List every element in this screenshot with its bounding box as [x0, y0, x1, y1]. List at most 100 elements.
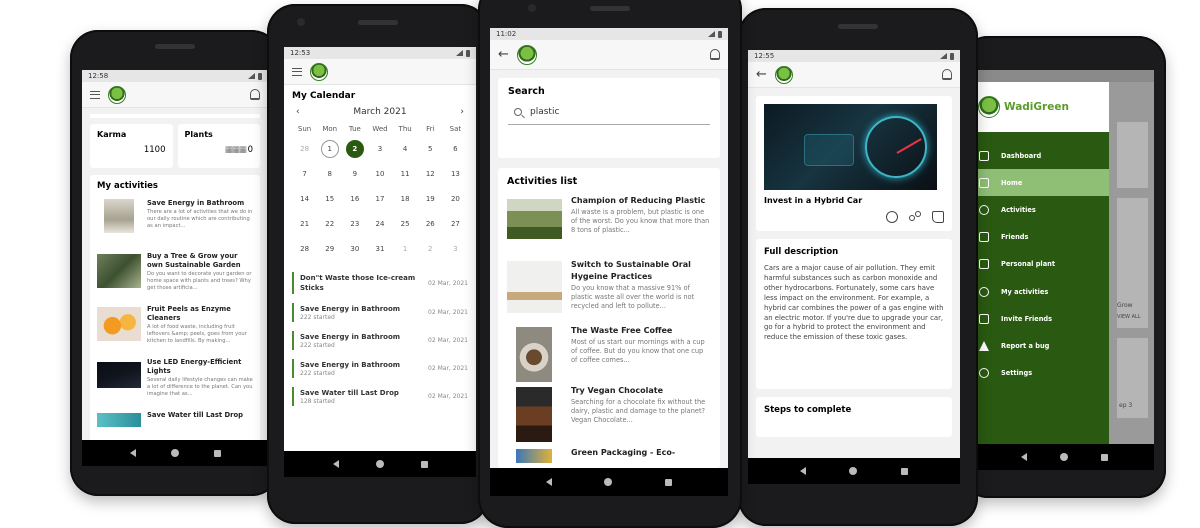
calendar-day[interactable]: 17: [367, 190, 392, 208]
nav-recent-icon[interactable]: [420, 460, 428, 468]
activity-desc: There are a lot of activities that we do…: [147, 209, 253, 229]
sidebar-item-activities[interactable]: Activities: [974, 196, 1109, 223]
list-item[interactable]: Fruit Peels as Enzyme Cleaners A lot of f…: [97, 305, 253, 358]
calendar-day[interactable]: 11: [393, 165, 418, 183]
bell-icon[interactable]: [710, 49, 720, 60]
calendar-day[interactable]: 4: [393, 140, 418, 158]
chevron-left-icon[interactable]: ‹: [296, 107, 300, 117]
menu-icon[interactable]: [292, 67, 302, 76]
calendar-day[interactable]: 13: [443, 165, 468, 183]
calendar-day[interactable]: 25: [393, 215, 418, 233]
nav-home-icon[interactable]: [604, 478, 613, 486]
calendar-day[interactable]: 8: [317, 165, 342, 183]
weekday-label: Wed: [372, 125, 388, 133]
nav-home-icon[interactable]: [375, 460, 384, 468]
calendar-day[interactable]: 27: [443, 215, 468, 233]
nav-back-icon[interactable]: [546, 478, 553, 486]
list-item[interactable]: Save Water till Last Drop: [97, 411, 253, 431]
calendar-day-number: 20: [450, 195, 460, 203]
event-started-count: 222 started: [300, 342, 335, 349]
sidebar-item-friends[interactable]: Friends: [974, 224, 1109, 251]
calendar-day[interactable]: 2: [418, 240, 443, 258]
calendar-day[interactable]: 19: [418, 190, 443, 208]
calendar-day[interactable]: 24: [367, 215, 392, 233]
like-icon[interactable]: [932, 211, 944, 223]
app-logo: [310, 62, 328, 81]
search-heading: Search: [508, 86, 545, 97]
back-arrow-icon[interactable]: ←: [756, 67, 767, 82]
bell-icon[interactable]: [942, 69, 952, 80]
chevron-right-icon[interactable]: ›: [460, 107, 464, 117]
calendar-day[interactable]: 29: [317, 240, 342, 258]
event-started-count: 128 started: [300, 398, 335, 405]
sidebar-item-dashboard[interactable]: Dashboard: [974, 142, 1109, 169]
nav-back-icon[interactable]: [129, 449, 136, 457]
calendar-day[interactable]: 2: [342, 140, 367, 158]
calendar-day[interactable]: 31: [367, 240, 392, 258]
calendar-day-number: 28: [300, 245, 310, 253]
event-item[interactable]: Save Energy in Bathroom 222 started 02 Mar…: [292, 359, 468, 378]
nav-home-icon[interactable]: [170, 449, 179, 457]
back-arrow-icon[interactable]: ←: [498, 47, 509, 62]
menu-icon[interactable]: [90, 90, 100, 99]
calendar-day[interactable]: 28: [292, 240, 317, 258]
nav-back-icon[interactable]: [1020, 453, 1027, 461]
calendar-day[interactable]: 23: [342, 215, 367, 233]
list-item[interactable]: Use LED Energy-Efficient Lights Several d…: [97, 358, 253, 411]
phone-drawer: Grow VIEW ALL ep 3 WadiGreen Dashboard Ho…: [960, 36, 1166, 498]
calendar-day[interactable]: 26: [418, 215, 443, 233]
sidebar-item-report-a-bug[interactable]: Report a bug: [974, 332, 1109, 359]
nav-recent-icon[interactable]: [1100, 453, 1108, 461]
calendar-day[interactable]: 7: [292, 165, 317, 183]
nav-recent-icon[interactable]: [901, 467, 909, 475]
event-item[interactable]: Don"t Waste those Ice-cream Sticks 02 Mar…: [292, 272, 468, 294]
sidebar-item-invite-friends[interactable]: Invite Friends: [974, 305, 1109, 332]
event-item[interactable]: Save Energy in Bathroom 222 started 02 Mar…: [292, 331, 468, 350]
nav-home-icon[interactable]: [849, 467, 858, 475]
calendar-day[interactable]: 9: [342, 165, 367, 183]
calendar-day[interactable]: 30: [342, 240, 367, 258]
calendar-day[interactable]: 18: [393, 190, 418, 208]
list-item[interactable]: Switch to Sustainable Oral Hygeine Pract…: [507, 259, 711, 325]
calendar-day[interactable]: 3: [367, 140, 392, 158]
search-input[interactable]: plastic: [508, 107, 710, 125]
list-item[interactable]: The Waste Free Coffee Most of us start ou…: [507, 325, 711, 385]
nav-back-icon[interactable]: [799, 467, 806, 475]
calendar-day[interactable]: 6: [443, 140, 468, 158]
nav-back-icon[interactable]: [332, 460, 339, 468]
list-item[interactable]: Buy a Tree & Grow your own Sustainable G…: [97, 252, 253, 305]
sidebar-item-home[interactable]: Home: [974, 169, 1109, 197]
calendar-day[interactable]: 12: [418, 165, 443, 183]
sidebar-item-my-activities[interactable]: My activities: [974, 278, 1109, 305]
event-date: 02 Mar, 2021: [428, 365, 468, 372]
calendar-day[interactable]: 3: [443, 240, 468, 258]
calendar-day[interactable]: 5: [418, 140, 443, 158]
bell-icon[interactable]: [250, 89, 260, 100]
calendar-day[interactable]: 21: [292, 215, 317, 233]
nav-recent-icon[interactable]: [664, 478, 672, 486]
sidebar-item-label: Settings: [1001, 369, 1033, 378]
calendar-day[interactable]: 28: [292, 140, 317, 158]
calendar-day[interactable]: 14: [292, 190, 317, 208]
calendar-day[interactable]: 1: [393, 240, 418, 258]
nav-home-icon[interactable]: [1059, 453, 1068, 461]
calendar-day[interactable]: 20: [443, 190, 468, 208]
calendar-day[interactable]: 10: [367, 165, 392, 183]
share-icon[interactable]: [909, 211, 921, 223]
event-item[interactable]: Save Water till Last Drop 128 started 02 M…: [292, 387, 468, 406]
list-item[interactable]: Try Vegan Chocolate Searching for a choco…: [507, 385, 711, 447]
calendar-day[interactable]: 22: [317, 215, 342, 233]
nav-recent-icon[interactable]: [213, 449, 221, 457]
calendar-day[interactable]: 1: [317, 140, 342, 158]
sidebar-item-personal-plant[interactable]: Personal plant: [974, 251, 1109, 278]
sidebar-item-settings[interactable]: Settings: [974, 360, 1109, 387]
list-item[interactable]: Save Energy in Bathroom There are a lot o…: [97, 199, 253, 252]
event-item[interactable]: Save Energy in Bathroom 222 started 02 Mar…: [292, 303, 468, 322]
calendar-day[interactable]: 15: [317, 190, 342, 208]
globe-icon[interactable]: [886, 211, 898, 223]
list-item[interactable]: Green Packaging - Eco-: [507, 447, 711, 467]
list-item[interactable]: Champion of Reducing Plastic All waste is…: [507, 195, 711, 259]
calendar-day-number: 21: [300, 220, 310, 228]
calendar-day[interactable]: 16: [342, 190, 367, 208]
event-list: Don"t Waste those Ice-cream Sticks 02 Mar…: [292, 272, 468, 406]
